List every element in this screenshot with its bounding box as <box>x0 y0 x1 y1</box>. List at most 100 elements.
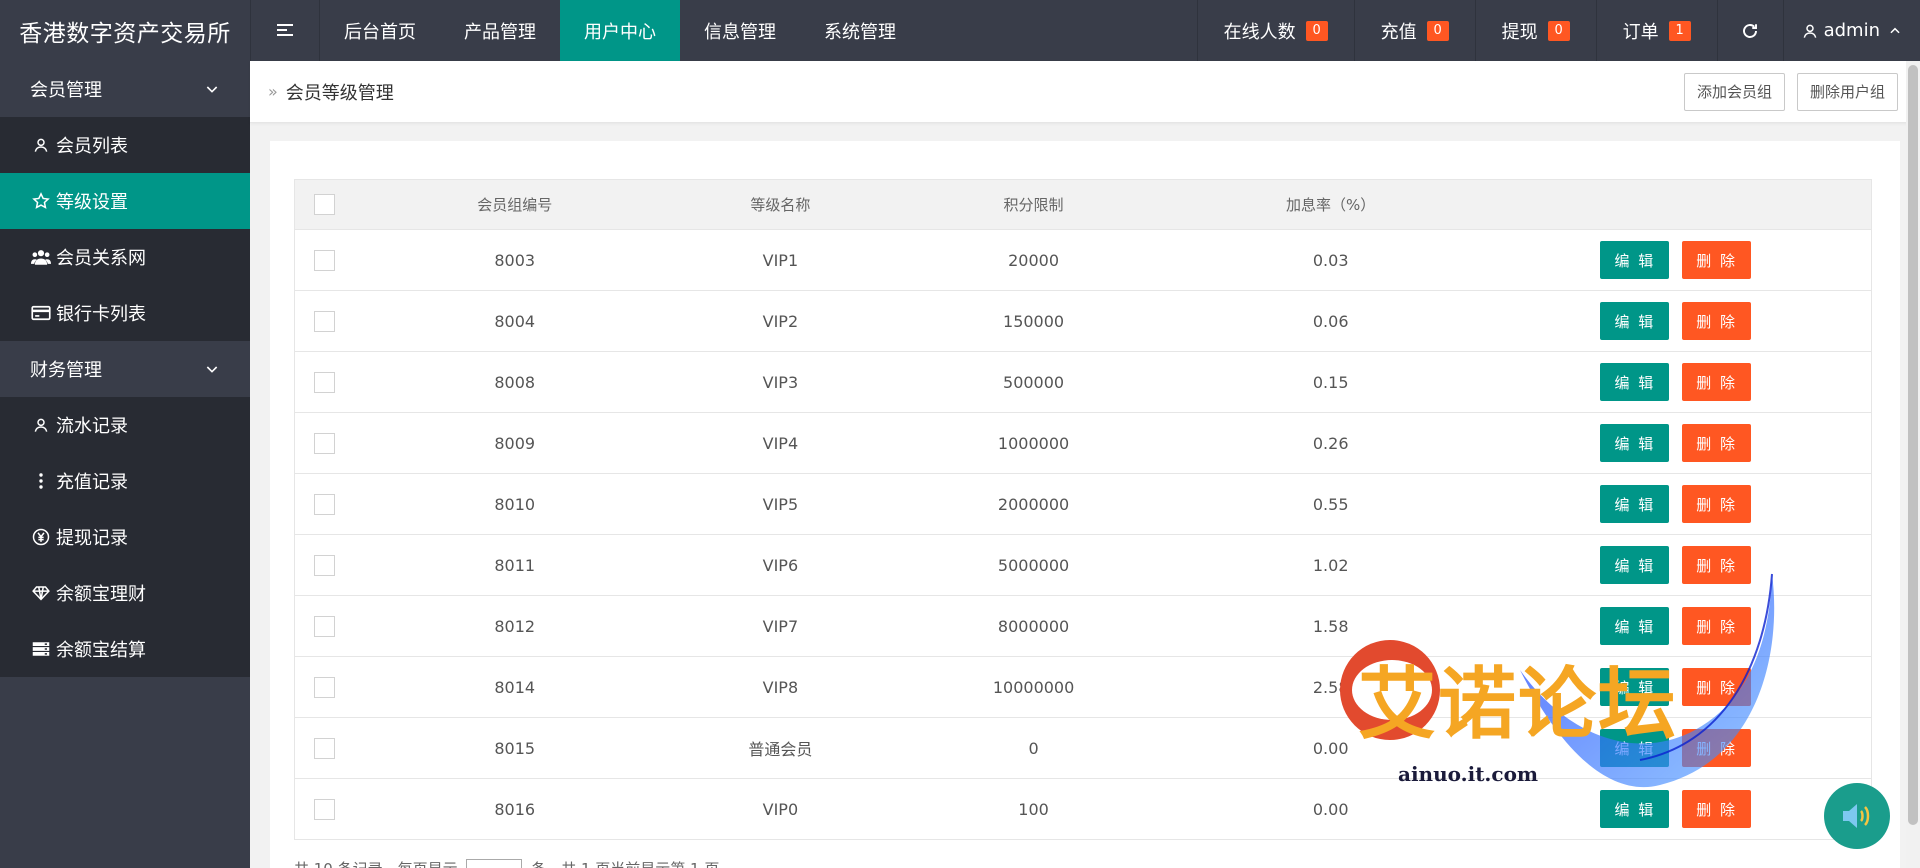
delete-button[interactable]: 删 除 <box>1682 302 1752 340</box>
sidebar-item-level-settings[interactable]: 等级设置 <box>0 173 250 229</box>
row-checkbox[interactable] <box>314 615 336 637</box>
cell-name: VIP3 <box>762 372 799 392</box>
scrollbar[interactable] <box>1906 61 1920 868</box>
pagination-text-left: 共 10 条记录，每页显示 <box>294 860 458 868</box>
more-vertical-icon <box>30 472 52 490</box>
column-header-limit: 积分限制 <box>1003 196 1064 214</box>
add-member-group-button[interactable]: 添加会员组 <box>1683 72 1785 111</box>
cell-name: VIP5 <box>762 494 799 514</box>
cell-id: 8015 <box>494 738 536 758</box>
edit-button[interactable]: 编 辑 <box>1600 424 1670 462</box>
nav-user-center[interactable]: 用户中心 <box>560 0 680 61</box>
sidebar-item-yuebao-finance[interactable]: 余额宝理财 <box>0 565 250 621</box>
user-icon <box>30 417 52 433</box>
sidebar-item-label: 流水记录 <box>56 416 128 437</box>
menu-toggle-button[interactable] <box>250 0 320 61</box>
row-checkbox[interactable] <box>314 371 336 393</box>
cell-limit: 5000000 <box>997 555 1070 575</box>
credit-card-icon <box>30 305 52 321</box>
orders-label: 订单 <box>1622 21 1659 43</box>
table-row: 8009 VIP4 1000000 0.26 编 辑删 除 <box>295 412 1871 473</box>
row-checkbox[interactable] <box>314 310 336 332</box>
sidebar-item-bank-cards[interactable]: 银行卡列表 <box>0 285 250 341</box>
row-checkbox[interactable] <box>314 798 336 820</box>
sidebar-item-label: 余额宝理财 <box>56 584 146 605</box>
row-checkbox[interactable] <box>314 493 336 515</box>
cell-limit: 1000000 <box>997 433 1070 453</box>
cell-id: 8011 <box>494 555 536 575</box>
star-icon <box>30 192 52 210</box>
cell-id: 8012 <box>494 616 536 636</box>
row-checkbox[interactable] <box>314 249 336 271</box>
cell-id: 8008 <box>494 372 536 392</box>
username: admin <box>1823 20 1880 41</box>
page-size-select[interactable] <box>466 858 523 868</box>
sidebar-item-transactions[interactable]: 流水记录 <box>0 397 250 453</box>
cell-limit: 500000 <box>1003 372 1065 392</box>
cell-id: 8009 <box>494 433 536 453</box>
cell-rate: 0.55 <box>1312 494 1349 514</box>
breadcrumb-bar: » 会员等级管理 添加会员组 删除用户组 <box>250 61 1920 123</box>
page-title: 会员等级管理 <box>285 82 394 104</box>
online-count-badge: 0 <box>1305 20 1328 41</box>
speaker-icon <box>1843 804 1870 828</box>
cell-id: 8003 <box>494 250 536 270</box>
table-row: 8010 VIP5 2000000 0.55 编 辑删 除 <box>295 473 1871 534</box>
select-all-checkbox[interactable] <box>314 194 336 215</box>
voice-assistant-button[interactable] <box>1824 783 1890 849</box>
table-row: 8003 VIP1 20000 0.03 编 辑删 除 <box>295 229 1871 290</box>
cell-name: VIP6 <box>762 555 799 575</box>
cell-name: VIP2 <box>762 311 799 331</box>
orders-link[interactable]: 订单 1 <box>1595 0 1717 61</box>
edit-button[interactable]: 编 辑 <box>1600 241 1670 279</box>
cell-limit: 10000000 <box>992 677 1075 697</box>
nav-system[interactable]: 系统管理 <box>800 0 920 61</box>
edit-button[interactable]: 编 辑 <box>1600 363 1670 401</box>
delete-button[interactable]: 删 除 <box>1682 424 1752 462</box>
cell-limit: 100 <box>1018 799 1049 819</box>
delete-button[interactable]: 删 除 <box>1682 241 1752 279</box>
sidebar-item-member-network[interactable]: 会员关系网 <box>0 229 250 285</box>
table-row: 8004 VIP2 150000 0.06 编 辑删 除 <box>295 290 1871 351</box>
withdraw-link[interactable]: 提现 0 <box>1474 0 1596 61</box>
sidebar-item-label: 充值记录 <box>56 472 128 493</box>
user-menu[interactable]: admin <box>1782 0 1920 61</box>
chevron-down-icon <box>206 366 218 373</box>
server-icon <box>30 641 52 657</box>
row-checkbox[interactable] <box>314 554 336 576</box>
edit-button[interactable]: 编 辑 <box>1600 485 1670 523</box>
delete-button[interactable]: 删 除 <box>1682 485 1752 523</box>
sidebar-group-member[interactable]: 会员管理 <box>0 61 250 117</box>
pagination-info: 共 10 条记录，每页显示 条，共 1 页当前显示第 1 页 <box>294 858 719 868</box>
row-checkbox[interactable] <box>314 737 336 759</box>
edit-button[interactable]: 编 辑 <box>1600 302 1670 340</box>
diamond-icon <box>30 585 52 601</box>
recharge-link[interactable]: 充值 0 <box>1353 0 1475 61</box>
sidebar-group-finance[interactable]: 财务管理 <box>0 341 250 397</box>
nav-home[interactable]: 后台首页 <box>320 0 440 61</box>
delete-user-group-button[interactable]: 删除用户组 <box>1796 72 1898 111</box>
withdraw-badge: 0 <box>1547 20 1570 41</box>
cell-id: 8016 <box>494 799 536 819</box>
chevron-up-icon <box>1890 27 1900 33</box>
row-checkbox[interactable] <box>314 676 336 698</box>
sidebar-item-withdraw-records[interactable]: 提现记录 <box>0 509 250 565</box>
column-header-name: 等级名称 <box>750 196 811 214</box>
refresh-button[interactable] <box>1716 0 1783 61</box>
online-count-link[interactable]: 在线人数 0 <box>1196 0 1354 61</box>
cell-limit: 8000000 <box>997 616 1070 636</box>
pagination-text-right: 条，共 1 页当前显示第 1 页 <box>531 860 719 868</box>
scrollbar-thumb[interactable] <box>1908 65 1918 825</box>
sidebar-item-recharge-records[interactable]: 充值记录 <box>0 453 250 509</box>
nav-products[interactable]: 产品管理 <box>440 0 560 61</box>
row-checkbox[interactable] <box>314 432 336 454</box>
cell-limit: 150000 <box>1003 311 1065 331</box>
sidebar-item-member-list[interactable]: 会员列表 <box>0 117 250 173</box>
delete-button[interactable]: 删 除 <box>1682 363 1752 401</box>
nav-info[interactable]: 信息管理 <box>680 0 800 61</box>
yen-icon <box>30 528 52 546</box>
watermark-url: ainuo.it.com <box>1398 762 1539 786</box>
sidebar-item-yuebao-settlement[interactable]: 余额宝结算 <box>0 621 250 677</box>
cell-name: VIP1 <box>762 250 799 270</box>
table-row: 8008 VIP3 500000 0.15 编 辑删 除 <box>295 351 1871 412</box>
